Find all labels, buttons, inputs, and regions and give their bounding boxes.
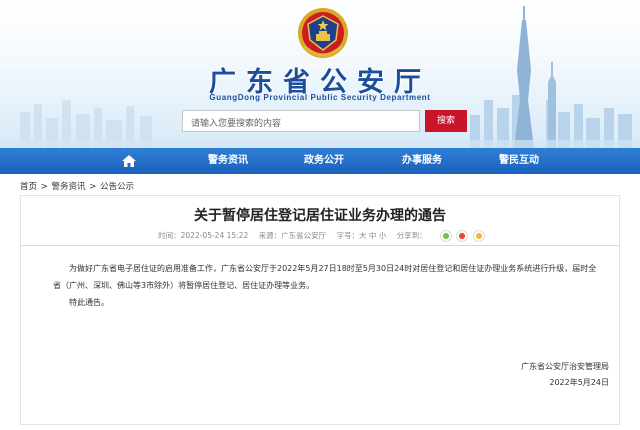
article-panel: 关于暂停居住登记居住证业务办理的通告 时间：2022-05-24 15:22 来…: [20, 195, 620, 425]
breadcrumb-home[interactable]: 首页: [20, 182, 37, 192]
site-subtitle: GuangDong Provincial Public Security Dep…: [209, 93, 431, 102]
article-title: 关于暂停居住登记居住证业务办理的通告: [194, 208, 446, 224]
article-body: 为做好广东省电子居住证的启用准备工作，广东省公安厅于2022年5月27日18时至…: [53, 260, 601, 311]
nav-item-interaction[interactable]: 警民互动: [479, 148, 559, 174]
weibo-icon[interactable]: [456, 230, 469, 242]
breadcrumb: 首页 > 警务资讯 > 公告公示: [20, 180, 135, 192]
nav-item-services[interactable]: 办事服务: [382, 148, 462, 174]
breadcrumb-notices[interactable]: 公告公示: [100, 182, 134, 192]
police-emblem-icon: [298, 8, 348, 58]
article-signature: 广东省公安厅治安管理局: [521, 362, 609, 371]
nav-item-police-news[interactable]: 警务资讯: [188, 148, 268, 174]
nav-item-government-affairs[interactable]: 政务公开: [284, 148, 364, 174]
search-input[interactable]: 请输入您要搜索的内容: [182, 110, 420, 132]
breadcrumb-separator: >: [86, 182, 100, 192]
divider: [21, 245, 619, 246]
wechat-icon[interactable]: [440, 230, 453, 242]
qzone-icon[interactable]: [472, 230, 485, 242]
article-date: 2022年5月24日: [549, 378, 609, 387]
header-banner: 广东省公安厅 GuangDong Provincial Public Secur…: [0, 0, 640, 148]
main-nav: 警务资讯 政务公开 办事服务 警民互动: [0, 148, 640, 174]
article-source: 来源：广东省公安厅: [258, 231, 327, 240]
breadcrumb-separator: >: [38, 182, 51, 192]
search-button[interactable]: 搜索: [425, 110, 467, 132]
article-paragraph: 为做好广东省电子居住证的启用准备工作，广东省公安厅于2022年5月27日18时至…: [53, 264, 597, 290]
breadcrumb-police-news[interactable]: 警务资讯: [52, 182, 86, 192]
publish-time: 时间：2022-05-24 15:22: [158, 231, 249, 240]
home-icon[interactable]: [121, 153, 137, 169]
share-label: 分享到：: [396, 231, 427, 240]
font-size-selector[interactable]: 字号：大 中 小: [337, 231, 387, 240]
share-icons: [439, 230, 486, 242]
article-meta: 时间：2022-05-24 15:22 来源：广东省公安厅 字号：大 中 小 分…: [21, 230, 619, 242]
article-paragraph: 特此通告。: [69, 298, 109, 307]
